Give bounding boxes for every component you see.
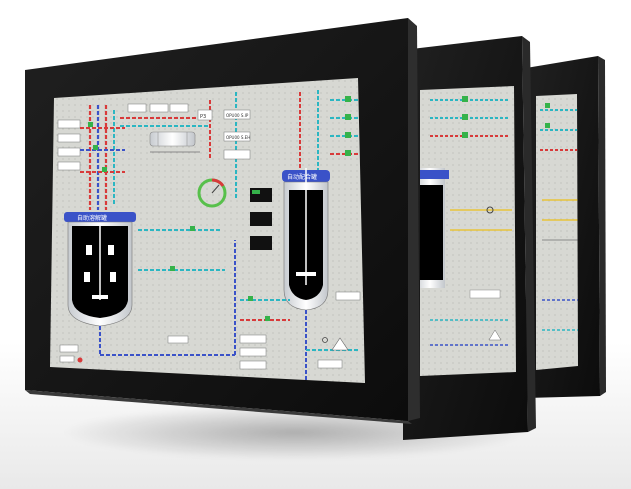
front-monitor: P3 自助溶解罐 OPU00 S.IP OPU00 S.EH 自动配合罐: [25, 18, 420, 424]
left-dissolving-tank: 自助溶解罐: [64, 212, 136, 327]
back-monitor-screen: [536, 94, 578, 370]
middle-monitor: [403, 36, 536, 440]
panel-label-opu-seh: OPU00 S.EH: [226, 135, 250, 140]
back-monitor: [526, 56, 606, 398]
middle-monitor-screen: [420, 86, 516, 376]
panel-pc-product-illustration: P3 自助溶解罐 OPU00 S.IP OPU00 S.EH 自动配合罐: [25, 18, 606, 440]
right-tank-label: 自动配合罐: [287, 173, 317, 181]
right-mixing-tank: 自动配合罐: [282, 168, 330, 311]
panel-label-p3: P3: [200, 114, 206, 120]
front-monitor-screen: P3 自助溶解罐 OPU00 S.IP OPU00 S.EH 自动配合罐: [50, 78, 365, 383]
panel-label-opu-sip: OPU00 S.IP: [226, 113, 249, 118]
left-tank-label: 自助溶解罐: [77, 214, 107, 222]
